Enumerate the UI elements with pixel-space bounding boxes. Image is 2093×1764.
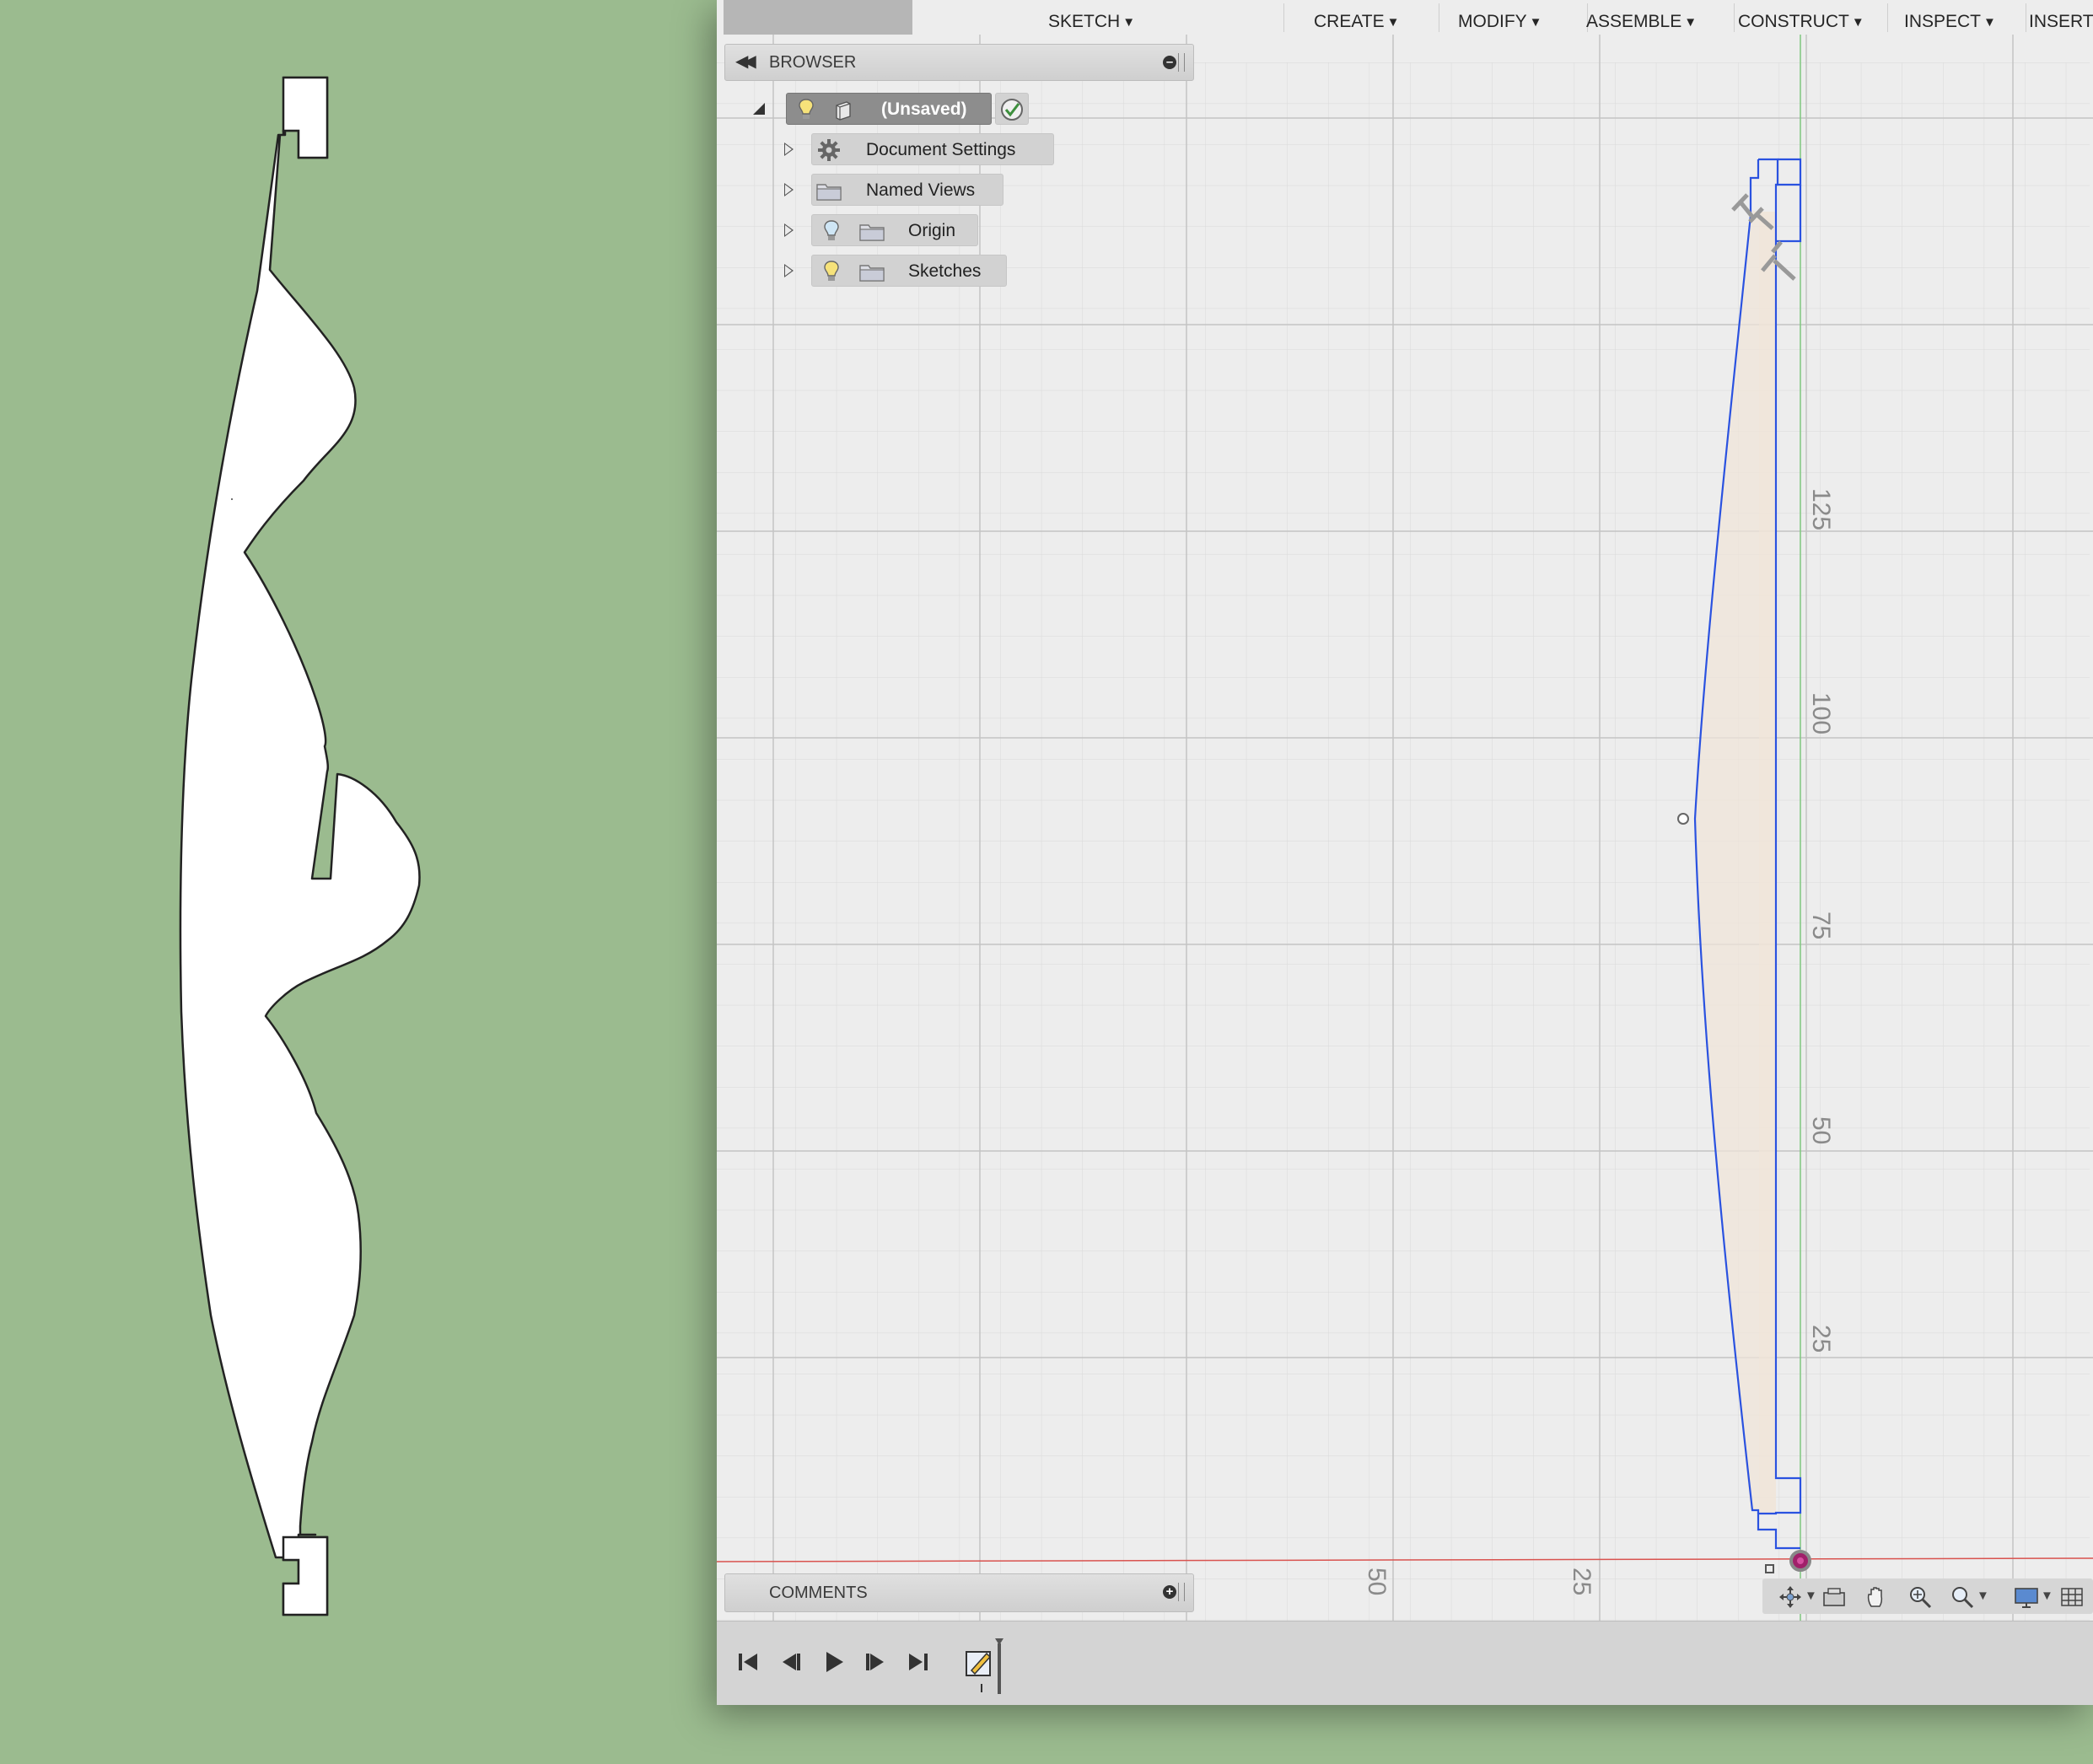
create-menu-label: CREATE [1314,12,1385,31]
origin-label: Origin [908,221,956,240]
previous-icon[interactable] [776,1647,806,1677]
collapsed-arrow-icon[interactable] [784,223,794,237]
chevron-down-icon[interactable]: ▼ [1977,1589,1989,1603]
lightbulb-icon[interactable] [824,261,839,282]
cut-part-preview [179,76,421,1616]
toolbar-divider [1734,3,1735,32]
tree-root[interactable]: (Unsaved) [751,93,1088,125]
orbit-icon[interactable] [1778,1584,1803,1610]
tree-item-sketches[interactable]: Sketches [779,255,1116,287]
tree-item-document-settings[interactable]: Document Settings [779,133,1116,165]
create-menu[interactable]: CREATE ▼ [1314,0,1399,35]
ruler-label: 100 [1807,692,1835,734]
chevron-down-icon: ▼ [1851,15,1864,30]
document-settings-label: Document Settings [866,140,1016,159]
sketches-node[interactable]: Sketches [811,255,1007,287]
first-icon[interactable] [734,1647,764,1677]
toolbar-divider [1887,3,1888,32]
arc-center-point[interactable] [1677,813,1689,825]
gear-icon [818,139,840,161]
root-label: (Unsaved) [881,99,967,119]
named-views-node[interactable]: Named Views [811,174,1003,206]
ruler-label: 25 [1807,1325,1835,1353]
tree-item-origin[interactable]: Origin [779,214,1116,246]
expand-panel-icon[interactable]: + [1163,1585,1176,1599]
assemble-menu[interactable]: ASSEMBLE ▼ [1586,0,1697,35]
collapsed-arrow-icon[interactable] [784,183,794,196]
collapse-panel-icon[interactable]: ◀◀ [735,51,756,72]
document-settings-node[interactable]: Document Settings [811,133,1054,165]
chevron-down-icon: ▼ [1122,15,1136,30]
chevron-down-icon: ▼ [1529,15,1542,30]
construct-menu[interactable]: CONSTRUCT ▼ [1738,0,1864,35]
last-icon[interactable] [902,1647,933,1677]
tree-item-named-views[interactable]: Named Views [779,174,1116,206]
lightbulb-icon[interactable] [824,220,839,242]
display-settings-icon[interactable] [2014,1584,2039,1610]
workspace-tab[interactable] [724,0,912,35]
chevron-down-icon[interactable]: ▼ [1805,1589,1817,1603]
lightbulb-icon[interactable] [799,99,814,121]
next-icon[interactable] [860,1647,890,1677]
folder-icon [816,184,842,201]
folder-icon [859,224,885,241]
sketches-label: Sketches [908,261,982,281]
insert-menu[interactable]: INSERT [2029,0,2093,35]
grid-settings-icon[interactable] [2059,1584,2085,1610]
toolbar: SKETCH ▼ CREATE ▼ MODIFY ▼ ASSEMBLE ▼ CONSTR… [717,0,2093,35]
ruler-label: 50 [1807,1116,1835,1144]
sketch-profile[interactable] [1759,212,1776,1514]
browser-title: BROWSER [769,53,857,72]
collapsed-arrow-icon[interactable] [784,143,794,156]
comments-panel-header[interactable]: COMMENTS + [724,1573,1194,1612]
cut-part-outline [179,76,421,1616]
panel-grip-icon[interactable] [1178,53,1185,72]
collapsed-arrow-icon[interactable] [784,264,794,277]
modify-menu-label: MODIFY [1458,12,1527,31]
chevron-down-icon: ▼ [1684,15,1698,30]
root-node[interactable]: (Unsaved) [786,93,992,125]
active-indicator[interactable] [995,93,1029,125]
fusion-app-window: SKETCH ▼ CREATE ▼ MODIFY ▼ ASSEMBLE ▼ CONSTR… [717,0,2093,1705]
origin-node[interactable]: Origin [811,214,978,246]
look-at-icon[interactable] [1821,1584,1847,1610]
chevron-down-icon: ▼ [1386,15,1400,30]
named-views-label: Named Views [866,180,976,200]
modify-menu[interactable]: MODIFY ▼ [1458,0,1542,35]
sketch-feature-icon[interactable] [961,1633,1012,1697]
sketch-menu[interactable]: SKETCH ▼ [1048,0,1135,35]
ruler-label: 25 [1568,1568,1595,1595]
component-icon [836,101,851,121]
panel-grip-icon[interactable] [1178,1583,1185,1601]
comments-title: COMMENTS [769,1584,868,1602]
ruler-label: 50 [1363,1568,1391,1595]
timeline [717,1621,2093,1705]
ruler-label: 125 [1807,488,1835,530]
sketch-menu-label: SKETCH [1048,12,1121,31]
expanded-arrow-icon[interactable] [753,103,765,115]
construct-menu-label: CONSTRUCT [1738,12,1849,31]
pan-icon[interactable] [1864,1584,1889,1610]
chevron-down-icon[interactable]: ▼ [2041,1589,2053,1603]
toolbar-divider [1283,3,1284,32]
minimize-panel-icon[interactable]: – [1163,56,1176,69]
zoom-icon[interactable] [1907,1584,1933,1610]
navigation-bar: ▼ ▼ ▼ [1762,1578,2093,1614]
browser-panel-header[interactable]: ◀◀ BROWSER – [724,44,1194,81]
active-check-icon [1001,99,1023,121]
ruler-label: 75 [1807,912,1835,939]
folder-icon [859,265,885,282]
inspect-menu[interactable]: INSPECT ▼ [1904,0,1996,35]
insert-menu-label: INSERT [2029,12,2093,31]
chevron-down-icon: ▼ [1983,15,1996,30]
inspect-menu-label: INSPECT [1904,12,1982,31]
zoom-window-icon[interactable] [1950,1584,1975,1610]
assemble-menu-label: ASSEMBLE [1586,12,1682,31]
play-icon[interactable] [818,1647,848,1677]
